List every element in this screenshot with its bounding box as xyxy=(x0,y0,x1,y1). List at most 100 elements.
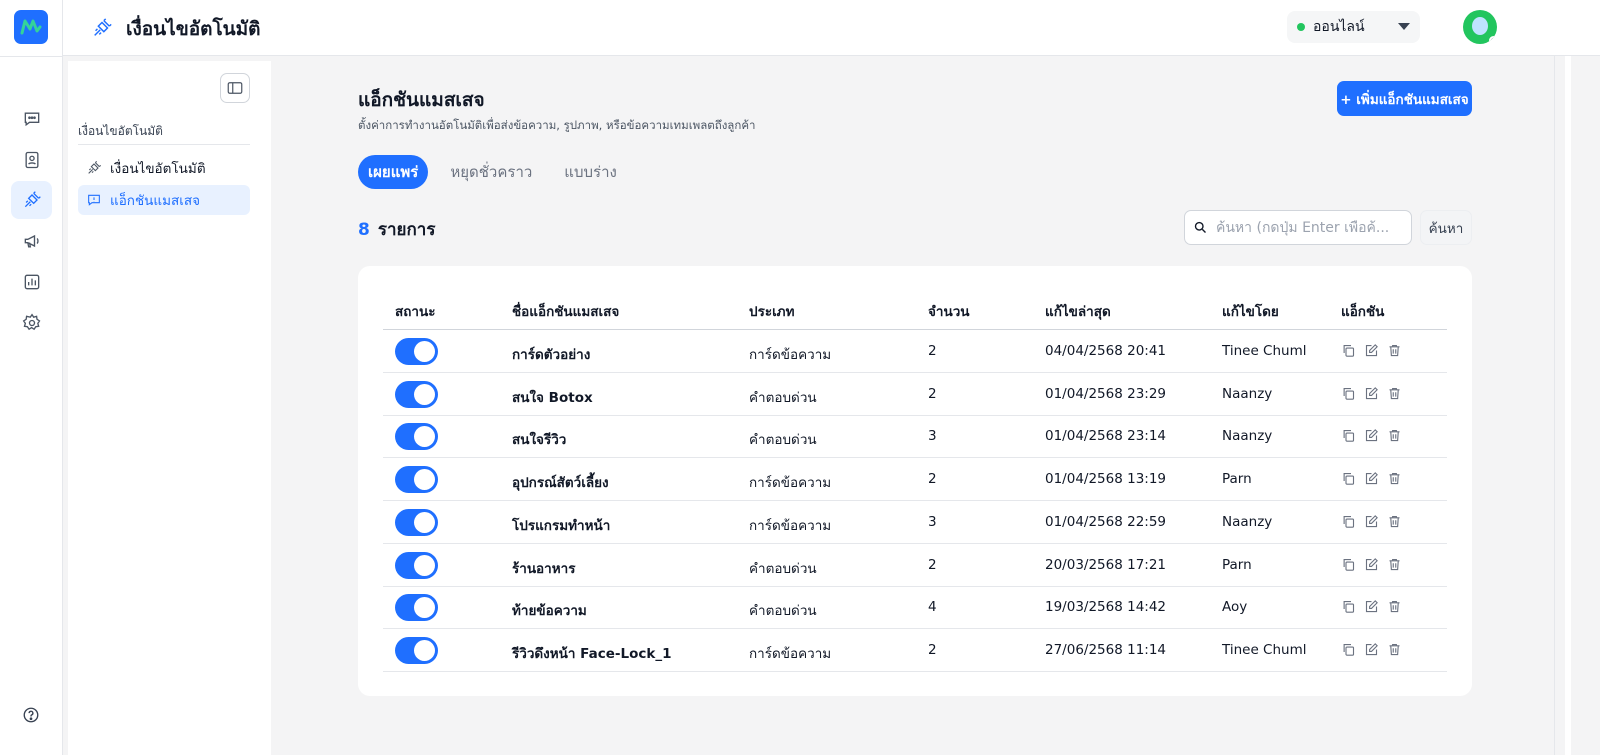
edit-icon[interactable] xyxy=(1364,642,1379,657)
chat-icon[interactable] xyxy=(11,100,52,138)
row-edited-by: Naanzy xyxy=(1222,428,1273,445)
status-toggle[interactable] xyxy=(395,466,438,494)
table-row: อุปกรณ์สัตว์เลี้ยง การ์ดข้อความ 2 01/04/… xyxy=(383,458,1447,502)
row-type: การ์ดข้อความ xyxy=(749,347,832,363)
sub-nav-item-automation[interactable]: เงื่อนไขอัตโนมัติ xyxy=(78,153,250,183)
sub-nav-panel: เงื่อนไขอัตโนมัติ เงื่อนไขอัตโนมัติ แอ็ก… xyxy=(68,61,271,755)
column-header-last-edited: แก้ไขล่าสุด xyxy=(1045,304,1111,320)
table-row: รีวิวดึงหน้า Face-Lock_1 การ์ดข้อความ 2 … xyxy=(383,629,1447,672)
trash-icon[interactable] xyxy=(1387,514,1402,529)
avatar-face xyxy=(1472,17,1488,35)
edit-icon[interactable] xyxy=(1364,343,1379,358)
search-input[interactable] xyxy=(1216,219,1401,236)
row-actions xyxy=(1341,557,1410,572)
status-toggle[interactable] xyxy=(395,594,438,622)
online-dot-icon xyxy=(1297,23,1305,31)
tab-draft[interactable]: แบบร่าง xyxy=(554,155,627,189)
status-toggle[interactable] xyxy=(395,508,438,536)
add-action-message-button[interactable]: + เพิ่มแอ็กชันแมสเสจ xyxy=(1337,81,1472,116)
tab-published[interactable]: เผยแพร่ xyxy=(358,155,429,189)
scrollbar[interactable] xyxy=(1554,56,1600,755)
table-row: ท้ายข้อความ คำตอบด่วน 4 19/03/2568 14:42… xyxy=(383,586,1447,630)
trash-icon[interactable] xyxy=(1387,642,1402,657)
trash-icon[interactable] xyxy=(1387,343,1402,358)
settings-icon[interactable] xyxy=(11,304,52,342)
edit-icon[interactable] xyxy=(1364,471,1379,486)
sub-nav-section-label: เงื่อนไขอัตโนมัติ xyxy=(78,124,163,138)
edit-icon[interactable] xyxy=(1364,599,1379,614)
message-icon xyxy=(88,194,100,206)
row-type: คำตอบด่วน xyxy=(749,603,817,620)
status-toggle[interactable] xyxy=(395,338,438,365)
row-last-edited: 19/03/2568 14:42 xyxy=(1045,599,1167,616)
row-name[interactable]: โปรแกรมทำหน้า xyxy=(512,514,610,536)
row-actions xyxy=(1341,642,1410,657)
sidebar-collapse-icon[interactable] xyxy=(220,73,250,103)
row-actions xyxy=(1341,514,1410,529)
app-logo-icon[interactable] xyxy=(14,10,48,44)
scrollbar-track[interactable] xyxy=(1565,56,1571,755)
copy-icon[interactable] xyxy=(1341,343,1356,358)
row-last-edited: 20/03/2568 17:21 xyxy=(1045,556,1167,573)
tab-paused[interactable]: หยุดชั่วคราว xyxy=(440,155,542,189)
column-header-quantity: จำนวน xyxy=(928,304,970,320)
search-box[interactable] xyxy=(1184,210,1412,245)
table-row: สนใจ Botox คำตอบด่วน 2 01/04/2568 23:29 … xyxy=(383,373,1447,416)
row-last-edited: 01/04/2568 13:19 xyxy=(1045,471,1167,488)
copy-icon[interactable] xyxy=(1341,386,1356,401)
row-edited-by: Tinee Chuml xyxy=(1222,641,1307,658)
row-quantity: 2 xyxy=(928,471,937,488)
copy-icon[interactable] xyxy=(1341,514,1356,529)
trash-icon[interactable] xyxy=(1387,386,1402,401)
avatar-status-badge xyxy=(1489,36,1497,44)
copy-icon[interactable] xyxy=(1341,642,1356,657)
copy-icon[interactable] xyxy=(1341,471,1356,486)
row-last-edited: 01/04/2568 23:29 xyxy=(1045,385,1167,402)
automation-icon xyxy=(88,160,102,174)
row-name[interactable]: การ์ดตัวอย่าง xyxy=(512,343,590,365)
trash-icon[interactable] xyxy=(1387,599,1402,614)
row-name[interactable]: สนใจรีวิว xyxy=(512,428,566,450)
table-row: การ์ดตัวอย่าง การ์ดข้อความ 2 04/04/2568 … xyxy=(383,330,1447,373)
row-name[interactable]: อุปกรณ์สัตว์เลี้ยง xyxy=(512,471,609,493)
trash-icon[interactable] xyxy=(1387,471,1402,486)
row-name[interactable]: รีวิวดึงหน้า Face-Lock_1 xyxy=(512,642,671,664)
report-icon[interactable] xyxy=(11,263,52,301)
status-toggle[interactable] xyxy=(395,551,438,579)
row-name[interactable]: ท้ายข้อความ xyxy=(512,599,587,621)
trash-icon[interactable] xyxy=(1387,557,1402,572)
help-icon[interactable] xyxy=(22,706,40,724)
status-toggle[interactable] xyxy=(395,423,438,451)
contacts-icon[interactable] xyxy=(11,141,52,179)
trash-icon[interactable] xyxy=(1387,428,1402,443)
status-toggle[interactable] xyxy=(395,636,438,664)
edit-icon[interactable] xyxy=(1364,514,1379,529)
copy-icon[interactable] xyxy=(1341,557,1356,572)
copy-icon[interactable] xyxy=(1341,428,1356,443)
chevron-down-icon xyxy=(1398,23,1410,30)
row-name[interactable]: สนใจ Botox xyxy=(512,386,593,408)
row-name[interactable]: ร้านอาหาร xyxy=(512,557,575,579)
action-message-table: สถานะ ชื่อแอ็กชันแมสเสจ ประเภท จำนวน แก้… xyxy=(358,266,1472,696)
page-header-title: เงื่อนไขอัตโนมัติ xyxy=(126,18,261,40)
row-type: การ์ดข้อความ xyxy=(749,475,832,492)
sub-nav-item-action-message[interactable]: แอ็กชันแมสเสจ xyxy=(78,185,250,215)
table-row: โปรแกรมทำหน้า การ์ดข้อความ 3 01/04/2568 … xyxy=(383,501,1447,544)
page-subtitle: ตั้งค่าการทำงานอัตโนมัติเพื่อส่งข้อความ,… xyxy=(358,118,756,132)
row-edited-by: Parn xyxy=(1222,471,1252,488)
search-button[interactable]: ค้นหา xyxy=(1420,210,1472,245)
edit-icon[interactable] xyxy=(1364,428,1379,443)
table-row: ร้านอาหาร คำตอบด่วน 2 20/03/2568 17:21 P… xyxy=(383,544,1447,587)
status-toggle[interactable] xyxy=(395,380,438,408)
row-last-edited: 01/04/2568 22:59 xyxy=(1045,513,1167,530)
column-header-name: ชื่อแอ็กชันแมสเสจ xyxy=(512,304,620,320)
edit-icon[interactable] xyxy=(1364,386,1379,401)
rail-divider xyxy=(0,56,63,57)
edit-icon[interactable] xyxy=(1364,557,1379,572)
automation-icon[interactable] xyxy=(11,181,52,219)
row-edited-by: Naanzy xyxy=(1222,385,1273,402)
copy-icon[interactable] xyxy=(1341,599,1356,614)
avatar[interactable] xyxy=(1463,10,1497,44)
online-status-dropdown[interactable]: ออนไลน์ xyxy=(1287,11,1420,43)
broadcast-icon[interactable] xyxy=(11,222,52,260)
